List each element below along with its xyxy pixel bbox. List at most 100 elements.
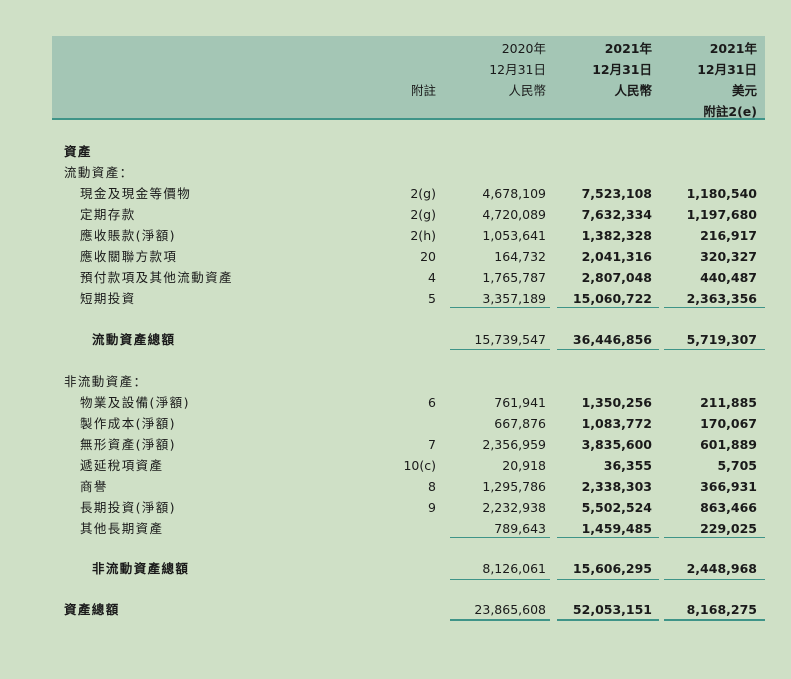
value-2021-usd: 170,067 (700, 416, 757, 431)
total-rule (664, 349, 765, 350)
value-2021-rmb: 5,502,524 (581, 500, 652, 515)
header-2020-date: 12月31日 (489, 62, 546, 77)
value-2020: 1,053,641 (482, 228, 546, 243)
value-2020: 667,876 (494, 416, 546, 431)
row-note: 6 (428, 395, 436, 410)
value-2021-rmb: 2,807,048 (581, 270, 652, 285)
value-2020: 4,720,089 (482, 207, 546, 222)
value-2021-rmb: 15,606,295 (572, 561, 652, 576)
value-2021-rmb: 7,523,108 (581, 186, 652, 201)
row-label: 長期投資(淨額) (80, 500, 176, 515)
table-row: 物業及設備(淨額) 6 761,941 1,350,256 211,885 (52, 392, 765, 413)
value-2021-rmb: 1,459,485 (581, 521, 652, 536)
table-row: 商譽 8 1,295,786 2,338,303 366,931 (52, 476, 765, 497)
header-2021-rmb-currency: 人民幣 (614, 83, 652, 98)
value-2021-usd: 1,197,680 (686, 207, 757, 222)
row-label: 物業及設備(淨額) (80, 395, 190, 410)
subtotal-rule (450, 307, 550, 308)
value-2020: 20,918 (502, 458, 546, 473)
subtotal-rule (450, 537, 550, 538)
value-2020: 2,232,938 (482, 500, 546, 515)
row-label: 流動資產總額 (92, 332, 176, 347)
value-2021-usd: 366,931 (700, 479, 757, 494)
value-2021-rmb: 2,338,303 (581, 479, 652, 494)
table-row: 長期投資(淨額) 9 2,232,938 5,502,524 863,466 (52, 497, 765, 518)
row-note: 7 (428, 437, 436, 452)
value-2021-usd: 440,487 (700, 270, 757, 285)
total-rule (557, 579, 659, 580)
value-2021-rmb: 36,446,856 (572, 332, 652, 347)
header-note-column: 附註 (390, 80, 436, 101)
current-assets-total-row: 流動資產總額 15,739,547 36,446,856 5,719,307 (52, 329, 765, 350)
value-2021-rmb: 52,053,151 (572, 602, 652, 617)
total-rule (664, 579, 765, 580)
value-2020: 761,941 (494, 395, 546, 410)
total-rule (557, 349, 659, 350)
table-row: 定期存款 2(g) 4,720,089 7,632,334 1,197,680 (52, 204, 765, 225)
total-rule (450, 579, 550, 580)
section-current-assets: 流動資產： (52, 162, 765, 183)
value-2021-rmb: 2,041,316 (581, 249, 652, 264)
header-2021-usd-year: 2021年 (709, 41, 757, 56)
value-2021-rmb: 1,382,328 (581, 228, 652, 243)
header-2021-usd-currency: 美元 (731, 83, 757, 98)
value-2021-usd: 863,466 (700, 500, 757, 515)
subtotal-rule (557, 537, 659, 538)
value-2021-usd: 5,719,307 (686, 332, 757, 347)
table-row: 應收賬款(淨額) 2(h) 1,053,641 1,382,328 216,91… (52, 225, 765, 246)
value-2020: 164,732 (494, 249, 546, 264)
subtotal-rule (664, 537, 765, 538)
value-2021-usd: 2,448,968 (686, 561, 757, 576)
total-assets-row: 資產總額 23,865,608 52,053,151 8,168,275 (52, 599, 765, 620)
table-row: 預付款項及其他流動資產 4 1,765,787 2,807,048 440,48… (52, 267, 765, 288)
value-2021-usd: 216,917 (700, 228, 757, 243)
header-2021-rmb-year: 2021年 (604, 41, 652, 56)
value-2020: 2,356,959 (482, 437, 546, 452)
value-2020: 1,295,786 (482, 479, 546, 494)
value-2021-usd: 2,363,356 (686, 291, 757, 306)
row-note: 2(g) (410, 207, 436, 222)
table-row: 應收關聯方款項 20 164,732 2,041,316 320,327 (52, 246, 765, 267)
subtotal-rule (557, 307, 659, 308)
value-2021-rmb: 1,350,256 (581, 395, 652, 410)
row-label: 商譽 (80, 479, 108, 494)
value-2020: 789,643 (494, 521, 546, 536)
subtotal-rule (664, 307, 765, 308)
value-2020: 4,678,109 (482, 186, 546, 201)
header-note-label: 附註 (410, 83, 436, 98)
table-row: 現金及現金等價物 2(g) 4,678,109 7,523,108 1,180,… (52, 183, 765, 204)
table-header: 附註 2020年 12月31日 人民幣 2021年 12月31日 人民幣 202… (52, 36, 765, 120)
value-2021-usd: 5,705 (717, 458, 757, 473)
row-label: 資產總額 (64, 602, 120, 617)
row-label: 其他長期資產 (80, 521, 164, 536)
value-2021-usd: 320,327 (700, 249, 757, 264)
value-2021-usd: 229,025 (700, 521, 757, 536)
value-2021-rmb: 1,083,772 (581, 416, 652, 431)
value-2021-rmb: 7,632,334 (581, 207, 652, 222)
value-2021-usd: 601,889 (700, 437, 757, 452)
value-2021-usd: 8,168,275 (686, 602, 757, 617)
table-row: 製作成本(淨額) 667,876 1,083,772 170,067 (52, 413, 765, 434)
row-label: 定期存款 (80, 207, 136, 222)
value-2020: 23,865,608 (474, 602, 546, 617)
header-2021-rmb-date: 12月31日 (592, 62, 652, 77)
row-note: 4 (428, 270, 436, 285)
grand-total-rule (450, 619, 550, 621)
value-2020: 8,126,061 (482, 561, 546, 576)
current-assets-title: 流動資產： (64, 165, 134, 180)
section-assets: 資產 (52, 141, 765, 162)
grand-total-rule (557, 619, 659, 621)
noncurrent-assets-title: 非流動資產： (64, 374, 148, 389)
header-2020-currency: 人民幣 (508, 83, 546, 98)
row-label: 應收賬款(淨額) (80, 228, 176, 243)
row-label: 非流動資產總額 (92, 561, 190, 576)
row-label: 製作成本(淨額) (80, 416, 176, 431)
value-2020: 1,765,787 (482, 270, 546, 285)
header-2021-usd-note: 附註2(e) (703, 104, 757, 119)
row-label: 預付款項及其他流動資產 (80, 270, 233, 285)
table-row: 其他長期資產 789,643 1,459,485 229,025 (52, 518, 765, 539)
table-row: 短期投資 5 3,357,189 15,060,722 2,363,356 (52, 288, 765, 309)
value-2021-rmb: 15,060,722 (572, 291, 652, 306)
assets-title: 資產 (64, 144, 92, 159)
total-rule (450, 349, 550, 350)
